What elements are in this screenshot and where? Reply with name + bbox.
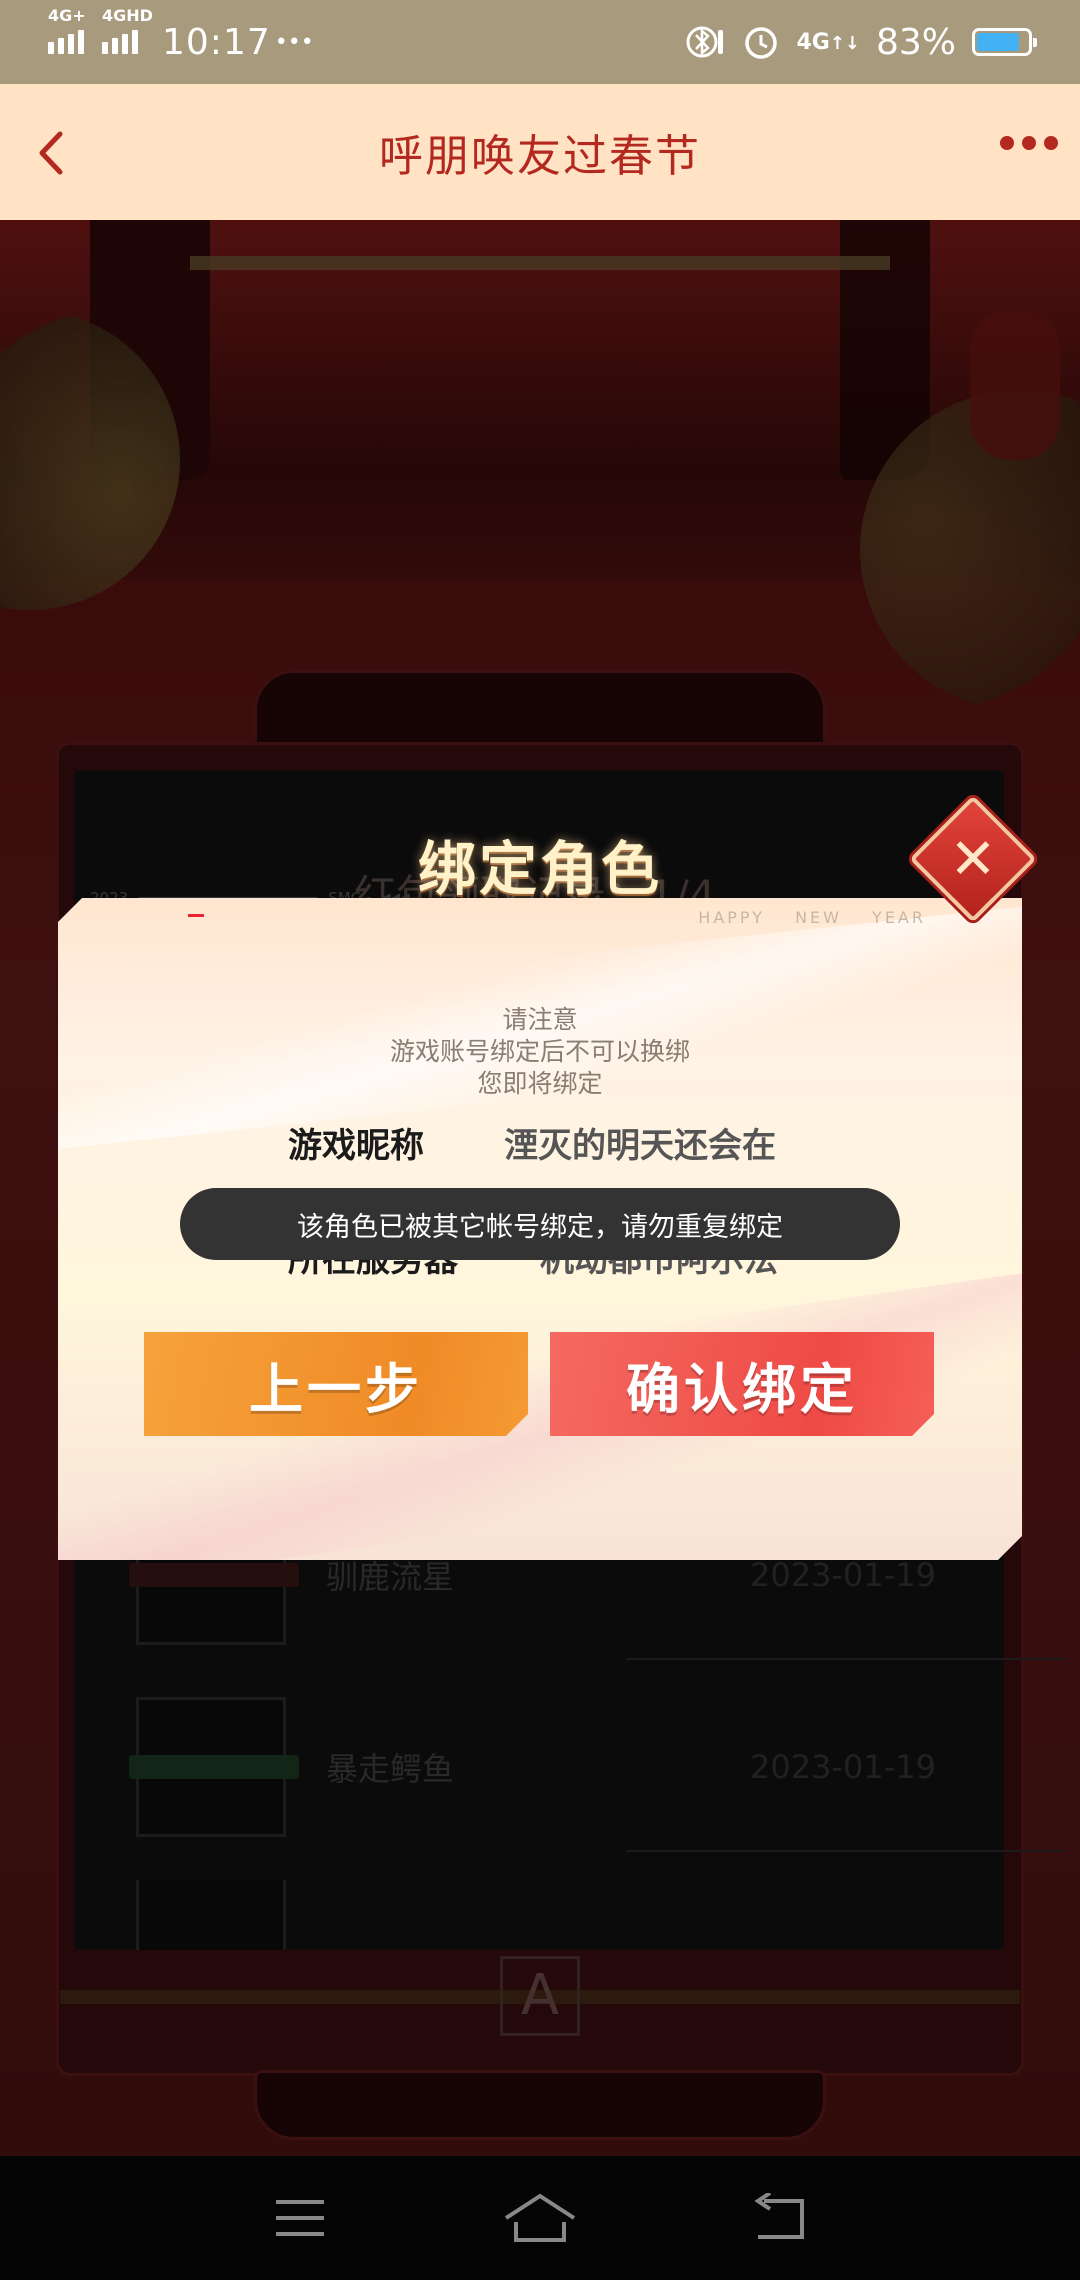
navigation-bar (0, 2156, 1080, 2280)
signal-2-icon: 4GHD (102, 6, 153, 54)
more-options-icon[interactable] (1000, 136, 1058, 150)
close-icon: ✕ (949, 826, 997, 892)
notice-line: 请注意 (502, 1005, 578, 1034)
mobile-data-icon: 4G↑↓ (796, 29, 860, 55)
notice-line: 您即将绑定 (477, 1069, 603, 1098)
signal-2-label: 4GHD (102, 6, 153, 25)
status-bar: 4G+ 4GHD 10:17 ••• 4G↑↓ 83% (0, 0, 1080, 84)
field-nickname: 游戏昵称 湮灭的明天还会在 (288, 1118, 776, 1167)
page-title: 呼朋唤友过春节 (379, 131, 701, 182)
notice-line: 游戏账号绑定后不可以换绑 (389, 1037, 690, 1066)
app-bar: 呼朋唤友过春节 (0, 84, 1080, 220)
home-icon[interactable] (500, 2188, 580, 2248)
clock: 10:17 (162, 21, 271, 63)
nickname-label: 游戏昵称 (288, 1126, 424, 1166)
back-nav-icon[interactable] (740, 2188, 820, 2248)
confirm-bind-button[interactable]: 确认绑定 (550, 1332, 934, 1436)
previous-step-button[interactable]: 上一步 (144, 1332, 528, 1436)
dialog-decoration-mark (188, 914, 204, 917)
dialog-decor-text: HAPPY NEW YEAR (698, 908, 926, 927)
signal-1-label: 4G+ (48, 6, 86, 25)
battery-level (977, 33, 1019, 51)
battery-percent: 83% (875, 21, 956, 63)
signal-1-icon: 4G+ (48, 6, 86, 54)
menu-icon[interactable] (260, 2188, 340, 2248)
alarm-icon (745, 27, 778, 59)
back-icon[interactable] (20, 118, 90, 188)
nickname-value: 湮灭的明天还会在 (504, 1126, 776, 1166)
toast-message: 该角色已被其它帐号绑定，请勿重复绑定 (180, 1188, 900, 1260)
screen: 4G+ 4GHD 10:17 ••• 4G↑↓ 83% 呼朋唤友过春节 红包领取… (0, 0, 1080, 2280)
battery-icon (972, 28, 1037, 56)
status-right: 4G↑↓ 83% (686, 21, 1037, 63)
bluetooth-icon (686, 26, 724, 58)
more-notifications-icon: ••• (274, 29, 314, 55)
